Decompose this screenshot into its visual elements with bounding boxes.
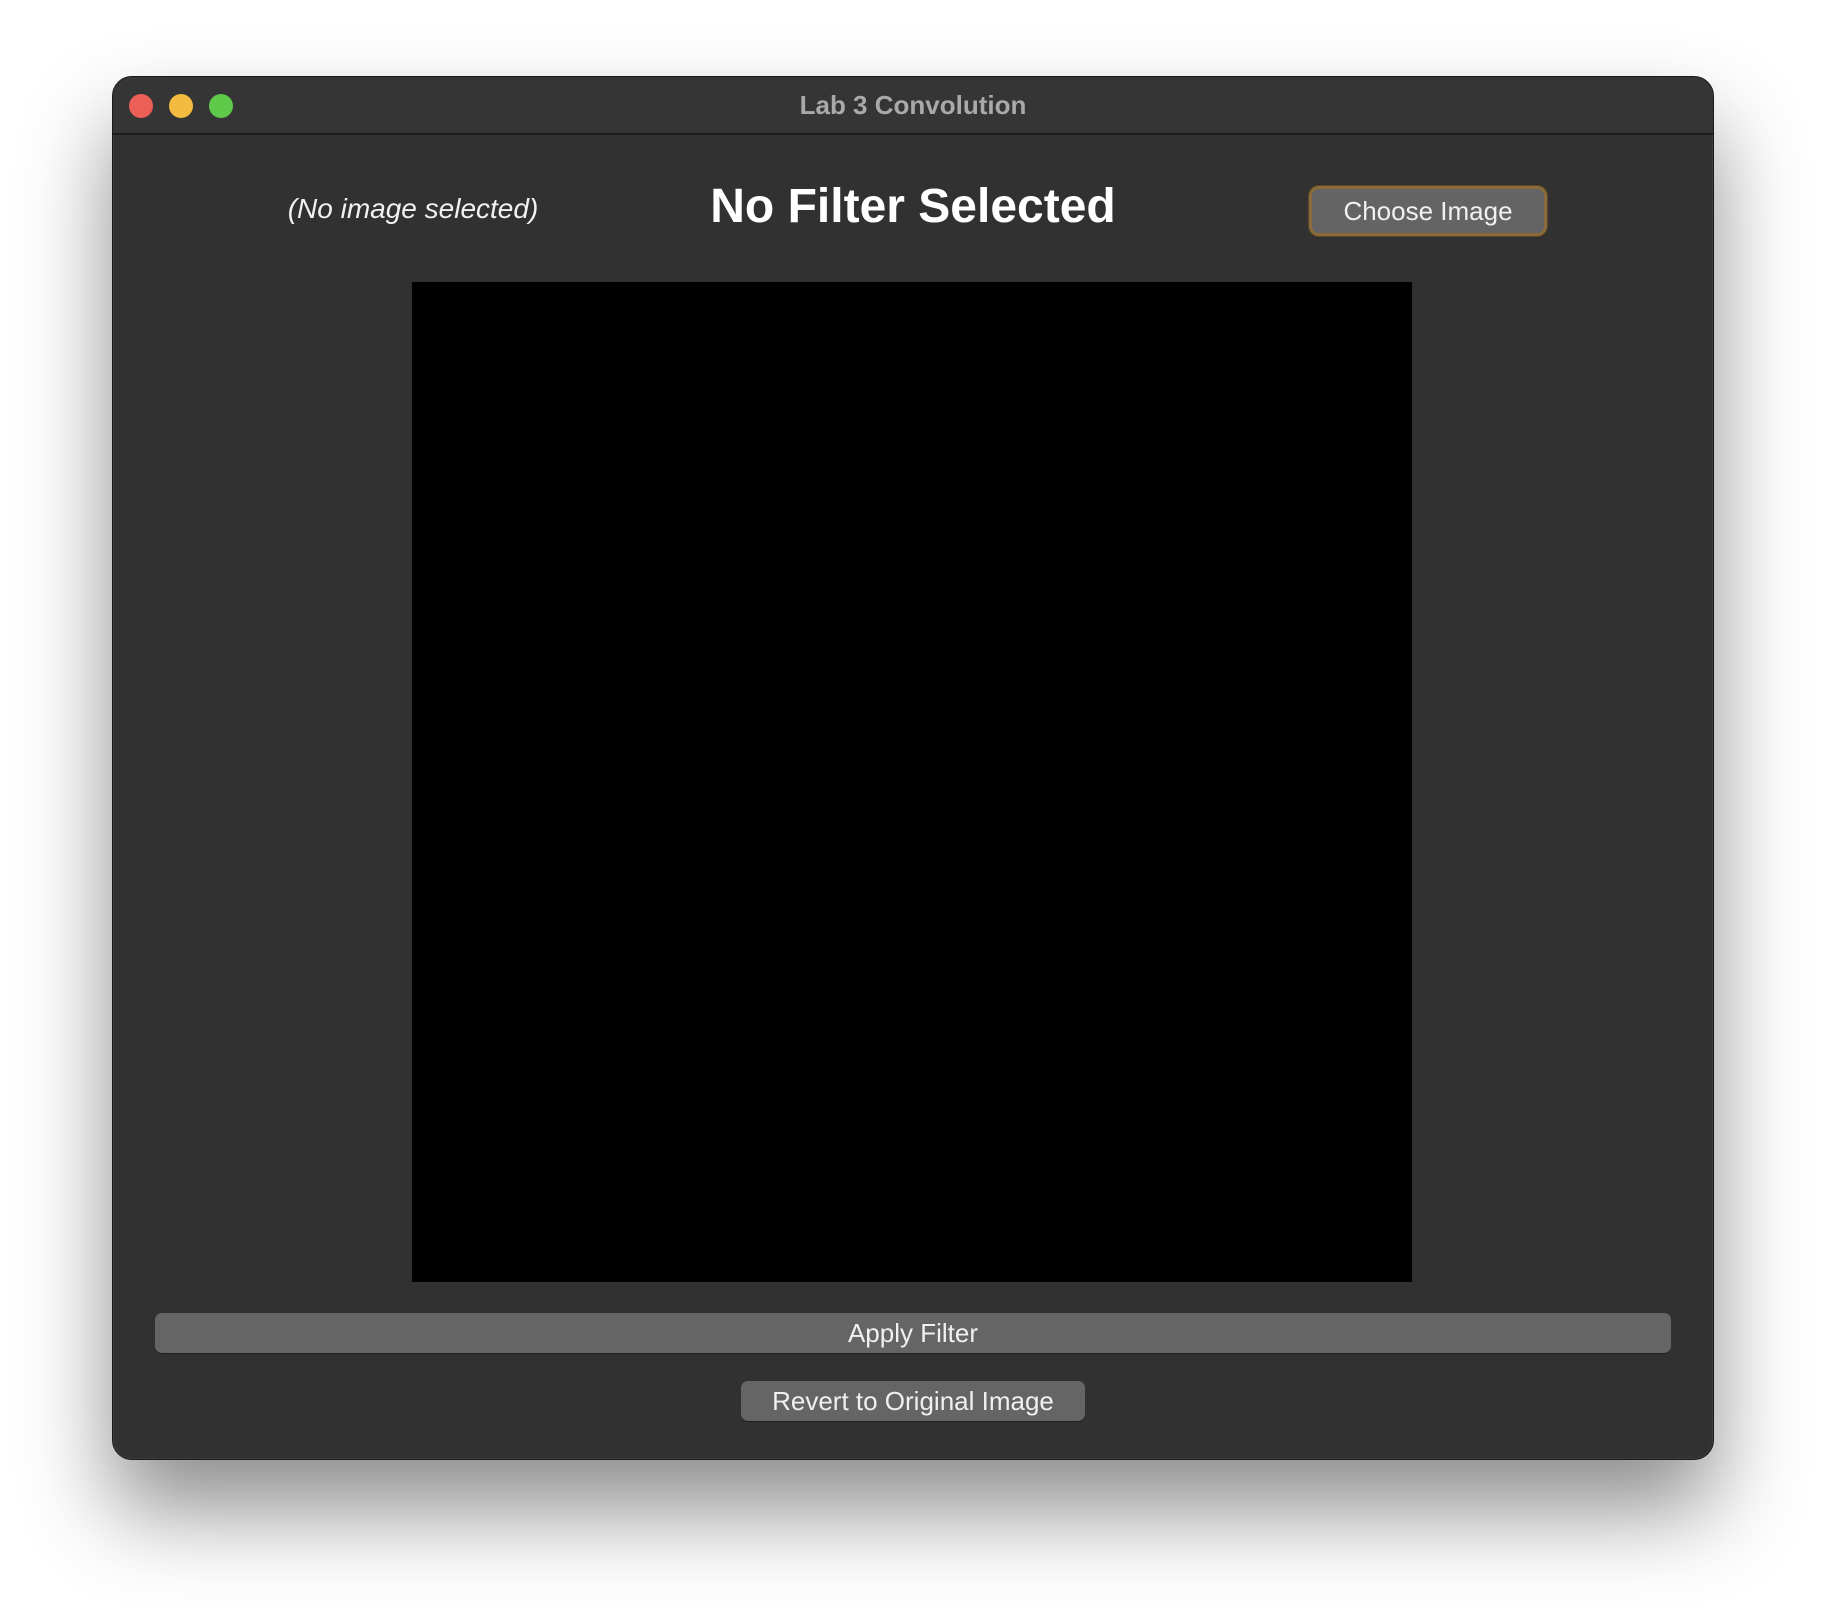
choose-image-button[interactable]: Choose Image bbox=[1309, 186, 1547, 236]
apply-filter-button[interactable]: Apply Filter bbox=[155, 1313, 1671, 1353]
filter-title: No Filter Selected bbox=[710, 180, 1116, 233]
revert-to-original-button[interactable]: Revert to Original Image bbox=[741, 1381, 1085, 1421]
app-window: Lab 3 Convolution (No image selected) No… bbox=[112, 76, 1714, 1460]
title-bar[interactable]: Lab 3 Convolution bbox=[113, 77, 1713, 135]
image-status-label: (No image selected) bbox=[287, 193, 539, 224]
image-preview bbox=[412, 282, 1412, 1282]
window-title: Lab 3 Convolution bbox=[799, 90, 1027, 120]
